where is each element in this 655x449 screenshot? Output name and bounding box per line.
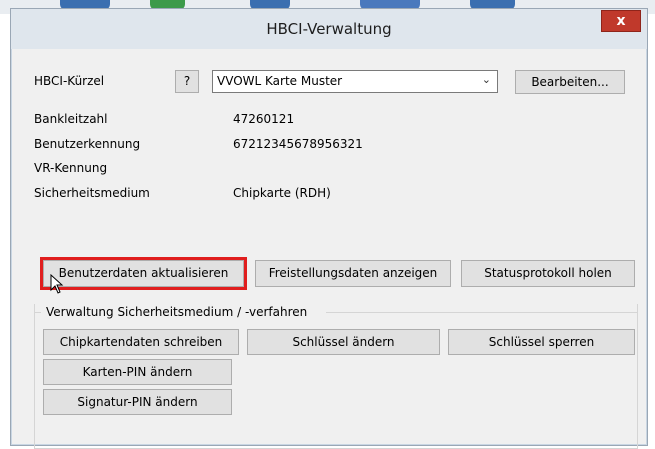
help-button-label: ? [183, 74, 191, 88]
edit-button-label: Bearbeiten... [531, 75, 609, 89]
fetch-status-log-button[interactable]: Statusprotokoll holen [461, 260, 635, 287]
lock-key-button[interactable]: Schlüssel sperren [448, 329, 635, 355]
hbci-dialog-window: HBCI-Verwaltung x HBCI-Kürzel ? VVOWL Ka… [10, 8, 648, 449]
change-signature-pin-button[interactable]: Signatur-PIN ändern [43, 389, 232, 415]
change-card-pin-button[interactable]: Karten-PIN ändern [43, 359, 232, 385]
write-chipcard-data-label: Chipkartendaten schreiben [59, 335, 223, 349]
change-signature-pin-label: Signatur-PIN ändern [77, 395, 198, 409]
fetch-status-log-label: Statusprotokoll holen [484, 266, 612, 280]
chevron-down-icon: ⌄ [481, 73, 491, 86]
security-group-title: Verwaltung Sicherheitsmedium / -verfahre… [46, 305, 308, 319]
groupbox-line [34, 312, 41, 313]
help-button[interactable]: ? [175, 70, 199, 93]
show-release-data-label: Freistellungsdaten anzeigen [268, 266, 438, 280]
change-card-pin-label: Karten-PIN ändern [82, 365, 193, 379]
field-label-sicherheitsmedium: Sicherheitsmedium [34, 186, 150, 200]
groupbox-line [326, 312, 638, 313]
window-title: HBCI-Verwaltung [266, 20, 392, 38]
field-label-vr-kennung: VR-Kennung [34, 161, 108, 175]
lock-key-label: Schlüssel sperren [488, 335, 595, 349]
edit-button[interactable]: Bearbeiten... [515, 70, 625, 94]
close-button[interactable]: x [601, 10, 641, 32]
change-key-label: Schlüssel ändern [292, 335, 395, 349]
title-bar: HBCI-Verwaltung x [11, 9, 647, 49]
mouse-cursor-icon [50, 274, 64, 294]
write-chipcard-data-button[interactable]: Chipkartendaten schreiben [43, 329, 239, 355]
kuerzel-select[interactable]: VVOWL Karte Muster ⌄ [212, 70, 498, 93]
highlight-frame [40, 257, 247, 290]
field-value-sicherheitsmedium: Chipkarte (RDH) [233, 186, 331, 200]
field-value-benutzerkennung: 67212345678956321 [233, 137, 363, 151]
change-key-button[interactable]: Schlüssel ändern [247, 329, 440, 355]
field-value-bankleitzahl: 47260121 [233, 112, 295, 126]
kuerzel-label: HBCI-Kürzel [34, 74, 105, 88]
kuerzel-select-value: VVOWL Karte Muster [217, 74, 343, 88]
dialog-client-area: HBCI-Kürzel ? VVOWL Karte Muster ⌄ Bearb… [18, 50, 639, 449]
field-label-benutzerkennung: Benutzerkennung [34, 137, 141, 151]
show-release-data-button[interactable]: Freistellungsdaten anzeigen [255, 260, 451, 287]
field-label-bankleitzahl: Bankleitzahl [34, 112, 108, 126]
